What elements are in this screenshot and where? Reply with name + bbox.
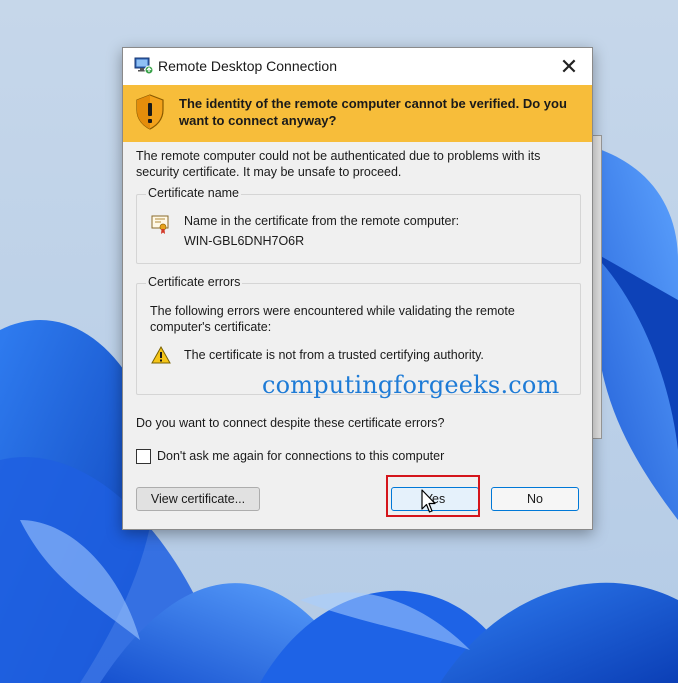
certificate-icon [151,215,169,234]
certificate-name-value: WIN-GBL6DNH7O6R [184,234,305,248]
dialog-content: The remote computer could not be authent… [123,142,592,529]
dont-ask-again-row[interactable]: Don't ask me again for connections to th… [136,447,444,465]
watermark: computingforgeeks.com [262,371,560,399]
no-button[interactable]: No [491,487,579,511]
certificate-error-item: The certificate is not from a trusted ce… [184,348,484,362]
intro-text: The remote computer could not be authent… [136,149,541,179]
certificate-name-group: Certificate name Name in the certificate… [136,186,581,264]
certificate-errors-intro: The following errors were encountered wh… [150,304,515,334]
shield-warning-icon [136,94,164,130]
dont-ask-again-label[interactable]: Don't ask me again for connections to th… [157,449,444,463]
mouse-cursor-icon [421,489,436,513]
view-certificate-button[interactable]: View certificate... [136,487,260,511]
dont-ask-again-checkbox[interactable] [136,448,151,464]
title-bar[interactable]: Remote Desktop Connection ✕ [123,48,592,85]
close-button[interactable]: ✕ [546,48,592,85]
remote-desktop-icon [134,57,154,75]
warning-triangle-icon [151,346,171,364]
close-icon: ✕ [559,53,579,79]
certificate-errors-title: Certificate errors [146,275,243,289]
rdp-dialog: Remote Desktop Connection ✕ The identity… [122,47,593,530]
warning-banner: The identity of the remote computer cann… [123,85,592,142]
certificate-name-title: Certificate name [146,186,242,200]
connect-question: Do you want to connect despite these cer… [136,416,445,430]
warning-message: The identity of the remote computer cann… [179,96,567,128]
certificate-name-label: Name in the certificate from the remote … [184,214,460,228]
window-title: Remote Desktop Connection [158,58,337,74]
